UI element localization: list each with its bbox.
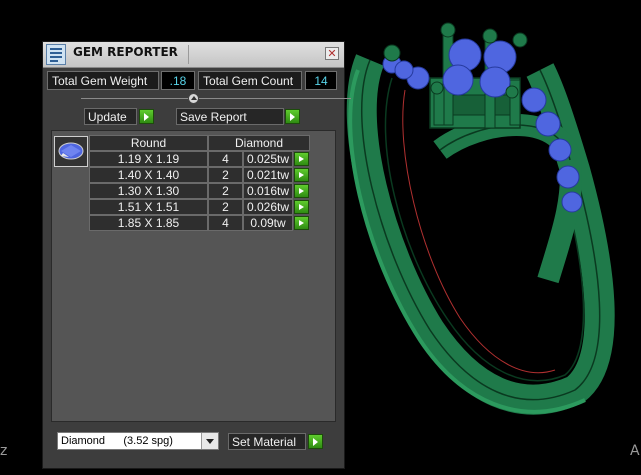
- titlebar-divider: [188, 45, 189, 64]
- update-button[interactable]: Update: [84, 108, 137, 125]
- set-material-button[interactable]: Set Material: [228, 433, 306, 450]
- gem-material-header: Diamond: [208, 135, 310, 151]
- total-gem-count-value: 14: [305, 71, 337, 90]
- collapse-toggle-icon[interactable]: [188, 93, 199, 104]
- save-report-go-icon[interactable]: [285, 109, 300, 124]
- gem-reporter-app-icon: [46, 44, 66, 65]
- gem-row-count: 4: [208, 151, 243, 167]
- viewport-edge-char-left: z: [0, 443, 8, 459]
- panel-title: GEM REPORTER: [73, 45, 178, 59]
- gem-row-count: 4: [208, 215, 243, 231]
- viewport-edge-char-right: A: [630, 443, 640, 459]
- save-report-button[interactable]: Save Report: [176, 108, 284, 125]
- gem-row-size: 1.51 X 1.51: [89, 199, 208, 215]
- total-gem-count-label: Total Gem Count: [198, 71, 302, 90]
- total-gem-weight-value: .18: [161, 71, 195, 90]
- gem-row-select-icon[interactable]: [294, 152, 309, 166]
- gem-row-size: 1.40 X 1.40: [89, 167, 208, 183]
- gem-reporter-panel: GEM REPORTER ✕ Total Gem Weight .18 Tota…: [42, 41, 351, 469]
- gem-row-select-icon[interactable]: [294, 184, 309, 198]
- gem-row-weight: 0.09tw: [243, 215, 293, 231]
- gem-row-count: 2: [208, 199, 243, 215]
- material-select-value: Diamond (3.52 spg): [61, 435, 173, 447]
- gem-row-size: 1.19 X 1.19: [89, 151, 208, 167]
- chevron-down-icon[interactable]: [201, 433, 218, 449]
- material-select[interactable]: Diamond (3.52 spg): [57, 432, 219, 450]
- update-go-icon[interactable]: [139, 109, 154, 124]
- gem-row-select-icon[interactable]: [294, 216, 309, 230]
- gem-shape-header: Round: [89, 135, 208, 151]
- gem-row-weight: 0.025tw: [243, 151, 293, 167]
- panel-collapse-divider: [81, 98, 351, 99]
- gem-row-select-icon[interactable]: [294, 168, 309, 182]
- total-gem-weight-label: Total Gem Weight: [47, 71, 159, 90]
- round-diamond-gem-icon[interactable]: [54, 136, 88, 167]
- gem-row-weight: 0.026tw: [243, 199, 293, 215]
- gem-row-weight: 0.016tw: [243, 183, 293, 199]
- report-icon: [50, 48, 62, 62]
- gem-row-select-icon[interactable]: [294, 200, 309, 214]
- set-material-go-icon[interactable]: [308, 434, 323, 449]
- gem-row-count: 2: [208, 167, 243, 183]
- panel-titlebar[interactable]: GEM REPORTER ✕: [43, 42, 344, 68]
- gem-row-size: 1.30 X 1.30: [89, 183, 208, 199]
- gem-row-size: 1.85 X 1.85: [89, 215, 208, 231]
- gem-row-weight: 0.021tw: [243, 167, 293, 183]
- gem-row-count: 2: [208, 183, 243, 199]
- close-icon[interactable]: ✕: [325, 47, 339, 60]
